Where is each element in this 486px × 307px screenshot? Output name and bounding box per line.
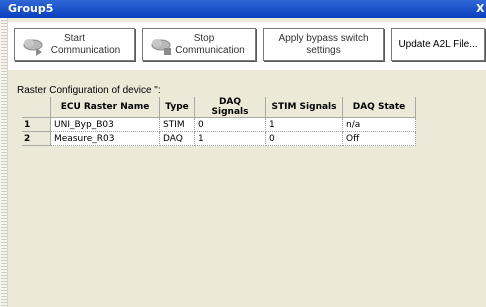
column-header[interactable]: DAQ State [342, 97, 416, 118]
bypass-label-line1: Apply bypass switch [278, 33, 369, 44]
table-row[interactable]: 1 UNI_Byp_B03 STIM 0 1 n/a [22, 117, 416, 132]
update-a2l-file-button[interactable]: Update A2L File... [391, 28, 485, 61]
window-title: Group5 [8, 2, 54, 15]
close-icon[interactable]: X [476, 0, 486, 18]
stop-communication-button[interactable]: Stop Communication [142, 28, 256, 61]
cell-daq-signals[interactable]: 1 [194, 131, 266, 146]
update-label: Update A2L File... [398, 39, 478, 50]
raster-config-label: Raster Configuration of device ": [17, 85, 161, 96]
column-header[interactable]: Type [159, 97, 195, 118]
column-header[interactable]: STIM Signals [265, 97, 343, 118]
apply-bypass-settings-button[interactable]: Apply bypass switch settings [263, 28, 384, 61]
start-label-line2: Communication [50, 45, 121, 56]
cell-raster-name[interactable]: Measure_R03 [50, 131, 160, 146]
start-label-line1: Start [63, 33, 86, 44]
row-number[interactable]: 2 [22, 131, 51, 146]
toolbar: Start Communication Stop Communication A… [8, 22, 486, 70]
left-gripper [0, 18, 8, 307]
cell-type[interactable]: STIM [159, 117, 195, 132]
stop-label-line2: Communication [175, 45, 245, 56]
raster-table: ECU Raster Name Type DAQ Signals STIM Si… [22, 97, 416, 146]
table-header-row: ECU Raster Name Type DAQ Signals STIM Si… [22, 97, 416, 118]
row-number[interactable]: 1 [22, 117, 51, 132]
cell-stim-signals[interactable]: 1 [265, 117, 343, 132]
cell-stim-signals[interactable]: 0 [265, 131, 343, 146]
column-header[interactable]: ECU Raster Name [50, 97, 160, 118]
bypass-label-line2: settings [306, 45, 341, 56]
cell-daq-state[interactable]: Off [342, 131, 416, 146]
cell-type[interactable]: DAQ [159, 131, 195, 146]
start-communication-button[interactable]: Start Communication [14, 28, 135, 61]
table-row[interactable]: 2 Measure_R03 DAQ 1 0 Off [22, 131, 416, 146]
cell-daq-signals[interactable]: 0 [194, 117, 266, 132]
title-bar: Group5 X [0, 0, 486, 18]
stop-label-line1: Stop [193, 33, 215, 44]
corner-cell [22, 97, 51, 118]
cell-raster-name[interactable]: UNI_Byp_B03 [50, 117, 160, 132]
cell-daq-state[interactable]: n/a [342, 117, 416, 132]
column-header[interactable]: DAQ Signals [194, 97, 266, 118]
